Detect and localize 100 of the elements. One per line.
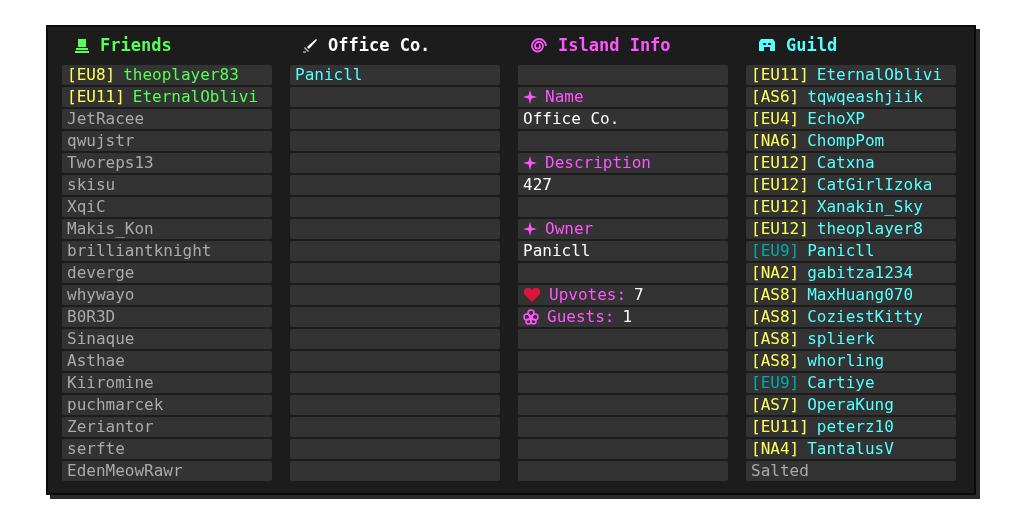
player-name: B0R3D [67,309,116,325]
info-value: Office Co. [523,111,620,127]
column-title: Office Co. [328,34,431,58]
player-row[interactable]: [EU11] peterz10 [746,417,956,437]
player-row[interactable]: [AS7] OperaKung [746,395,956,415]
server-tag: [AS6] [751,89,800,105]
player-row[interactable]: [EU11] EternalOblivi [746,65,956,85]
info-label: Description [545,155,651,171]
info-value: Panicll [523,243,591,259]
player-row[interactable]: [EU4] EchoXP [746,109,956,129]
helmet-icon [758,38,776,54]
player-name: CoziestKitty [807,309,923,325]
player-name: EternalOblivi [816,67,943,83]
player-name: JetRacee [67,111,145,127]
player-row[interactable]: B0R3D [62,307,272,327]
spiral-icon [530,37,548,55]
info-value: 427 [523,177,552,193]
player-row[interactable]: Tworeps13 [62,153,272,173]
player-name: Tworeps13 [67,155,154,171]
player-name: qwujstr [67,133,135,149]
server-tag: [NA6] [751,133,800,149]
column-title: Friends [100,34,172,58]
player-row[interactable]: [AS8] whorling [746,351,956,371]
player-row[interactable]: [EU12] theoplayer8 [746,219,956,239]
player-name: skisu [67,177,116,193]
player-row[interactable]: brilliantknight [62,241,272,261]
player-name: EternalOblivi [132,89,259,105]
server-tag: [NA2] [751,265,800,281]
player-row[interactable]: [AS8] MaxHuang070 [746,285,956,305]
server-tag: [AS8] [751,331,800,347]
player-row[interactable]: [AS8] CoziestKitty [746,307,956,327]
player-name: whorling [807,353,885,369]
player-row[interactable]: [EU9] Panicll [746,241,956,261]
player-name: puchmarcek [67,397,164,413]
player-row[interactable]: EdenMeowRawr [62,461,272,481]
server-tag: [EU12] [751,177,809,193]
player-row[interactable]: XqiC [62,197,272,217]
player-row[interactable]: [EU8] theoplayer83 [62,65,272,85]
player-row[interactable]: JetRacee [62,109,272,129]
player-row[interactable]: serfte [62,439,272,459]
player-name: TantalusV [807,441,894,457]
player-name: ChompPom [807,133,885,149]
player-name: Panicll [807,243,875,259]
player-row[interactable]: deverge [62,263,272,283]
player-row[interactable]: [EU11] EternalOblivi [62,87,272,107]
player-name: serfte [67,441,125,457]
heart-icon [523,287,541,303]
sparkle-icon [523,222,537,236]
player-name: MaxHuang070 [807,287,914,303]
player-name: Salted [751,463,809,479]
player-row[interactable]: Sinaque [62,329,272,349]
stat-value: 7 [634,287,644,303]
player-name: XqiC [67,199,106,215]
player-row[interactable]: [NA2] gabitza1234 [746,263,956,283]
server-tag: [AS8] [751,287,800,303]
player-row[interactable]: [EU12] CatGirlIzoka [746,175,956,195]
stat-value: 1 [622,309,633,325]
player-name: peterz10 [816,419,894,435]
player-name: Zeriantor [67,419,154,435]
player-row[interactable]: [NA4] TantalusV [746,439,956,459]
player-name: gabitza1234 [807,265,914,281]
info-label: Name [545,89,584,105]
info-label: Owner [545,221,594,237]
sparkle-icon [523,156,537,170]
player-name: whywayo [67,287,135,303]
player-row[interactable]: [NA6] ChompPom [746,131,956,151]
player-row[interactable]: Kiiromine [62,373,272,393]
player-row[interactable]: [AS6] tqwqeashjiik [746,87,956,107]
column-title: Island Info [558,34,671,58]
sword-icon [302,38,318,54]
server-tag: [EU8] [67,67,116,83]
player-row[interactable]: whywayo [62,285,272,305]
player-row[interactable]: [EU9] Cartiye [746,373,956,393]
server-tag: [NA4] [751,441,800,457]
player-row[interactable]: Salted [746,461,956,481]
player-name: Sinaque [67,331,135,347]
stat-label: Upvotes: [549,287,627,303]
server-tag: [EU11] [67,89,125,105]
player-row[interactable]: skisu [62,175,272,195]
player-row[interactable]: [EU12] Xanakin_Sky [746,197,956,217]
player-row[interactable]: qwujstr [62,131,272,151]
server-tag: [AS8] [751,353,800,369]
player-name: EdenMeowRawr [67,463,183,479]
server-tag: [AS7] [751,397,800,413]
player-row[interactable]: Makis_Kon [62,219,272,239]
player-name: OperaKung [807,397,894,413]
player-name: Cartiye [807,375,875,391]
player-name: Makis_Kon [67,221,154,237]
player-name: Kiiromine [67,375,154,391]
server-tag: [EU11] [751,67,809,83]
server-tag: [EU12] [751,221,809,237]
player-row[interactable]: [AS8] splierk [746,329,956,349]
player-name: theoplayer8 [816,221,923,237]
player-name: tqwqeashjiik [807,89,923,105]
player-name: EchoXP [807,111,865,127]
player-row[interactable]: Asthae [62,351,272,371]
player-row[interactable]: puchmarcek [62,395,272,415]
player-row[interactable]: [EU12] Catxna [746,153,956,173]
sparkle-icon [523,90,537,104]
player-row[interactable]: Zeriantor [62,417,272,437]
